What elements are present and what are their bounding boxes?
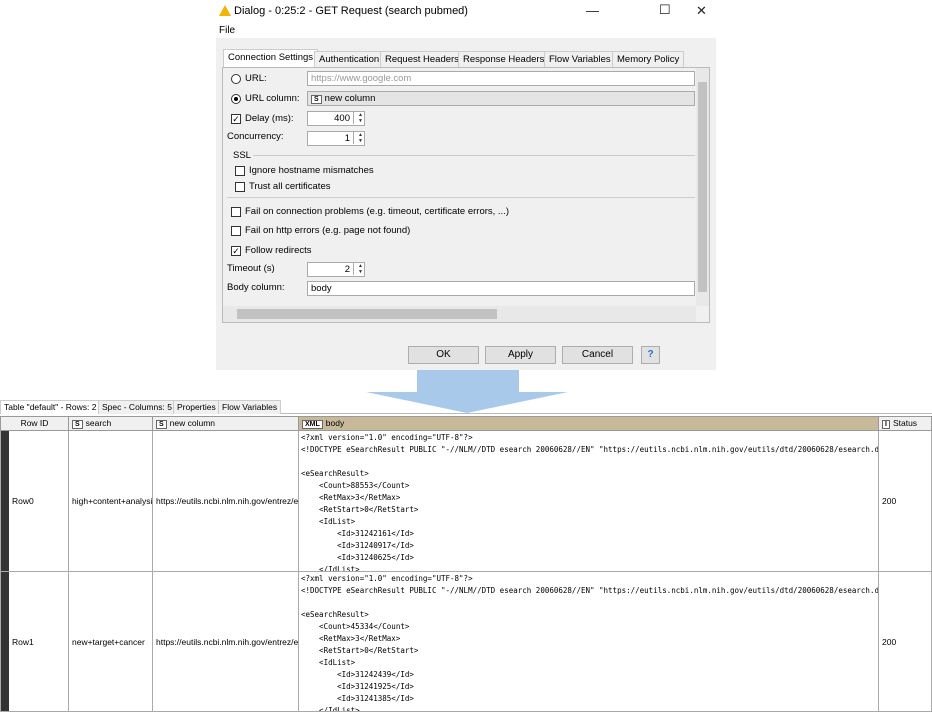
url-input[interactable]: https://www.google.com [307,71,695,86]
header-search-label: search [85,418,112,428]
cell-search: new+target+cancer [69,572,153,711]
url-column-select[interactable]: Snew column [307,91,695,106]
header-search[interactable]: Ssearch [68,416,153,431]
cell-new-column: https://eutils.ncbi.nlm.nih.gov/entrez/e… [153,572,299,711]
body-column-label: Body column: [227,282,285,293]
cancel-button[interactable]: Cancel [562,346,633,364]
trust-all-checkbox[interactable] [235,182,245,192]
menu-file[interactable]: File [219,25,235,36]
xml-type-icon: XML [302,420,323,429]
divider [227,197,695,198]
tab-spec[interactable]: Spec - Columns: 5 [98,400,176,414]
concurrency-label: Concurrency: [227,131,284,142]
delay-label: Delay (ms): [245,113,294,124]
body-column-input[interactable]: body [307,281,695,296]
ignore-hostname-checkbox[interactable] [235,166,245,176]
tab-flow-variables[interactable]: Flow Variables [544,51,616,67]
url-column-value: new column [324,93,376,104]
string-type-icon: S [72,420,83,429]
cell-status: 200 [882,636,897,647]
maximize-button[interactable]: ☐ [659,2,671,18]
dialog-title: Dialog - 0:25:2 - GET Request (search pu… [234,5,468,17]
arrow-head-icon [366,392,568,413]
scroll-thumb[interactable] [698,82,707,292]
cell-row-id: Row0 [9,431,69,571]
header-body[interactable]: XML body [298,416,879,431]
fail-connection-checkbox[interactable] [231,207,241,217]
string-type-icon: S [156,420,167,429]
tab-connection-settings[interactable]: Connection Settings [223,49,319,67]
fail-http-label: Fail on http errors (e.g. page not found… [245,225,411,236]
table-row[interactable]: Row0 high+content+analysis https://eutil… [0,431,932,572]
tab-table-default[interactable]: Table "default" - Rows: 2 [0,400,101,414]
row-marker [1,431,9,571]
dialog-window: Dialog - 0:25:2 - GET Request (search pu… [216,0,716,370]
title-bar: Dialog - 0:25:2 - GET Request (search pu… [216,0,716,24]
header-new-column-label: new column [169,418,216,428]
tab-memory-policy[interactable]: Memory Policy [612,51,685,67]
vertical-scrollbar[interactable] [696,68,709,306]
url-radio[interactable] [231,74,241,84]
settings-panel: URL: https://www.google.com URL column: … [222,67,710,323]
string-type-icon: S [311,95,322,104]
follow-redirects-label: Follow redirects [245,245,312,256]
ignore-hostname-label: Ignore hostname mismatches [249,165,374,176]
tab-flow-variables-table[interactable]: Flow Variables [218,400,282,414]
fail-http-checkbox[interactable] [231,226,241,236]
fail-connection-label: Fail on connection problems (e.g. timeou… [245,206,509,217]
tab-properties[interactable]: Properties [173,400,220,414]
ssl-label: SSL [233,150,251,161]
delay-spinner[interactable]: 400 [307,111,365,126]
help-icon[interactable]: ? [641,346,660,364]
trust-all-label: Trust all certificates [249,181,331,192]
tab-authentication[interactable]: Authentication [314,51,385,67]
cell-new-column: https://eutils.ncbi.nlm.nih.gov/entrez/e… [153,431,299,571]
tab-request-headers[interactable]: Request Headers [380,51,464,67]
concurrency-spinner[interactable]: 1 [307,131,365,146]
timeout-spinner[interactable]: 2 [307,262,365,277]
minimize-button[interactable]: — [586,3,599,18]
header-row-id[interactable]: Row ID [0,416,69,431]
table-row[interactable]: Row1 new+target+cancer https://eutils.nc… [0,572,932,712]
cell-body: <?xml version="1.0" encoding="UTF-8"?> <… [301,572,879,711]
ssl-divider [253,155,695,156]
warning-icon [219,5,231,16]
integer-type-icon: I [882,420,890,429]
header-new-column[interactable]: Snew column [152,416,299,431]
cell-status: 200 [882,496,897,506]
url-column-radio[interactable] [231,94,241,104]
url-label: URL: [245,73,267,84]
timeout-label: Timeout (s) [227,263,275,274]
header-status-label: Status [892,418,918,428]
row-marker [1,572,9,711]
header-status[interactable]: I Status [878,416,932,431]
follow-redirects-checkbox[interactable]: ✓ [231,246,241,256]
close-button[interactable]: ✕ [696,3,707,19]
delay-checkbox[interactable]: ✓ [231,114,241,124]
horizontal-scrollbar[interactable] [223,306,696,322]
cell-body: <?xml version="1.0" encoding="UTF-8"?> <… [301,431,879,571]
apply-button[interactable]: Apply [485,346,556,364]
ok-button[interactable]: OK [408,346,479,364]
tab-response-headers[interactable]: Response Headers [458,51,550,67]
header-body-label: body [325,418,345,428]
url-column-label: URL column: [245,93,300,104]
dialog-content: Connection Settings Authentication Reque… [216,38,716,370]
cell-row-id: Row1 [9,572,69,711]
cell-search: high+content+analysis [69,431,153,571]
arrow-icon [417,370,519,392]
hscroll-thumb[interactable] [237,309,497,319]
